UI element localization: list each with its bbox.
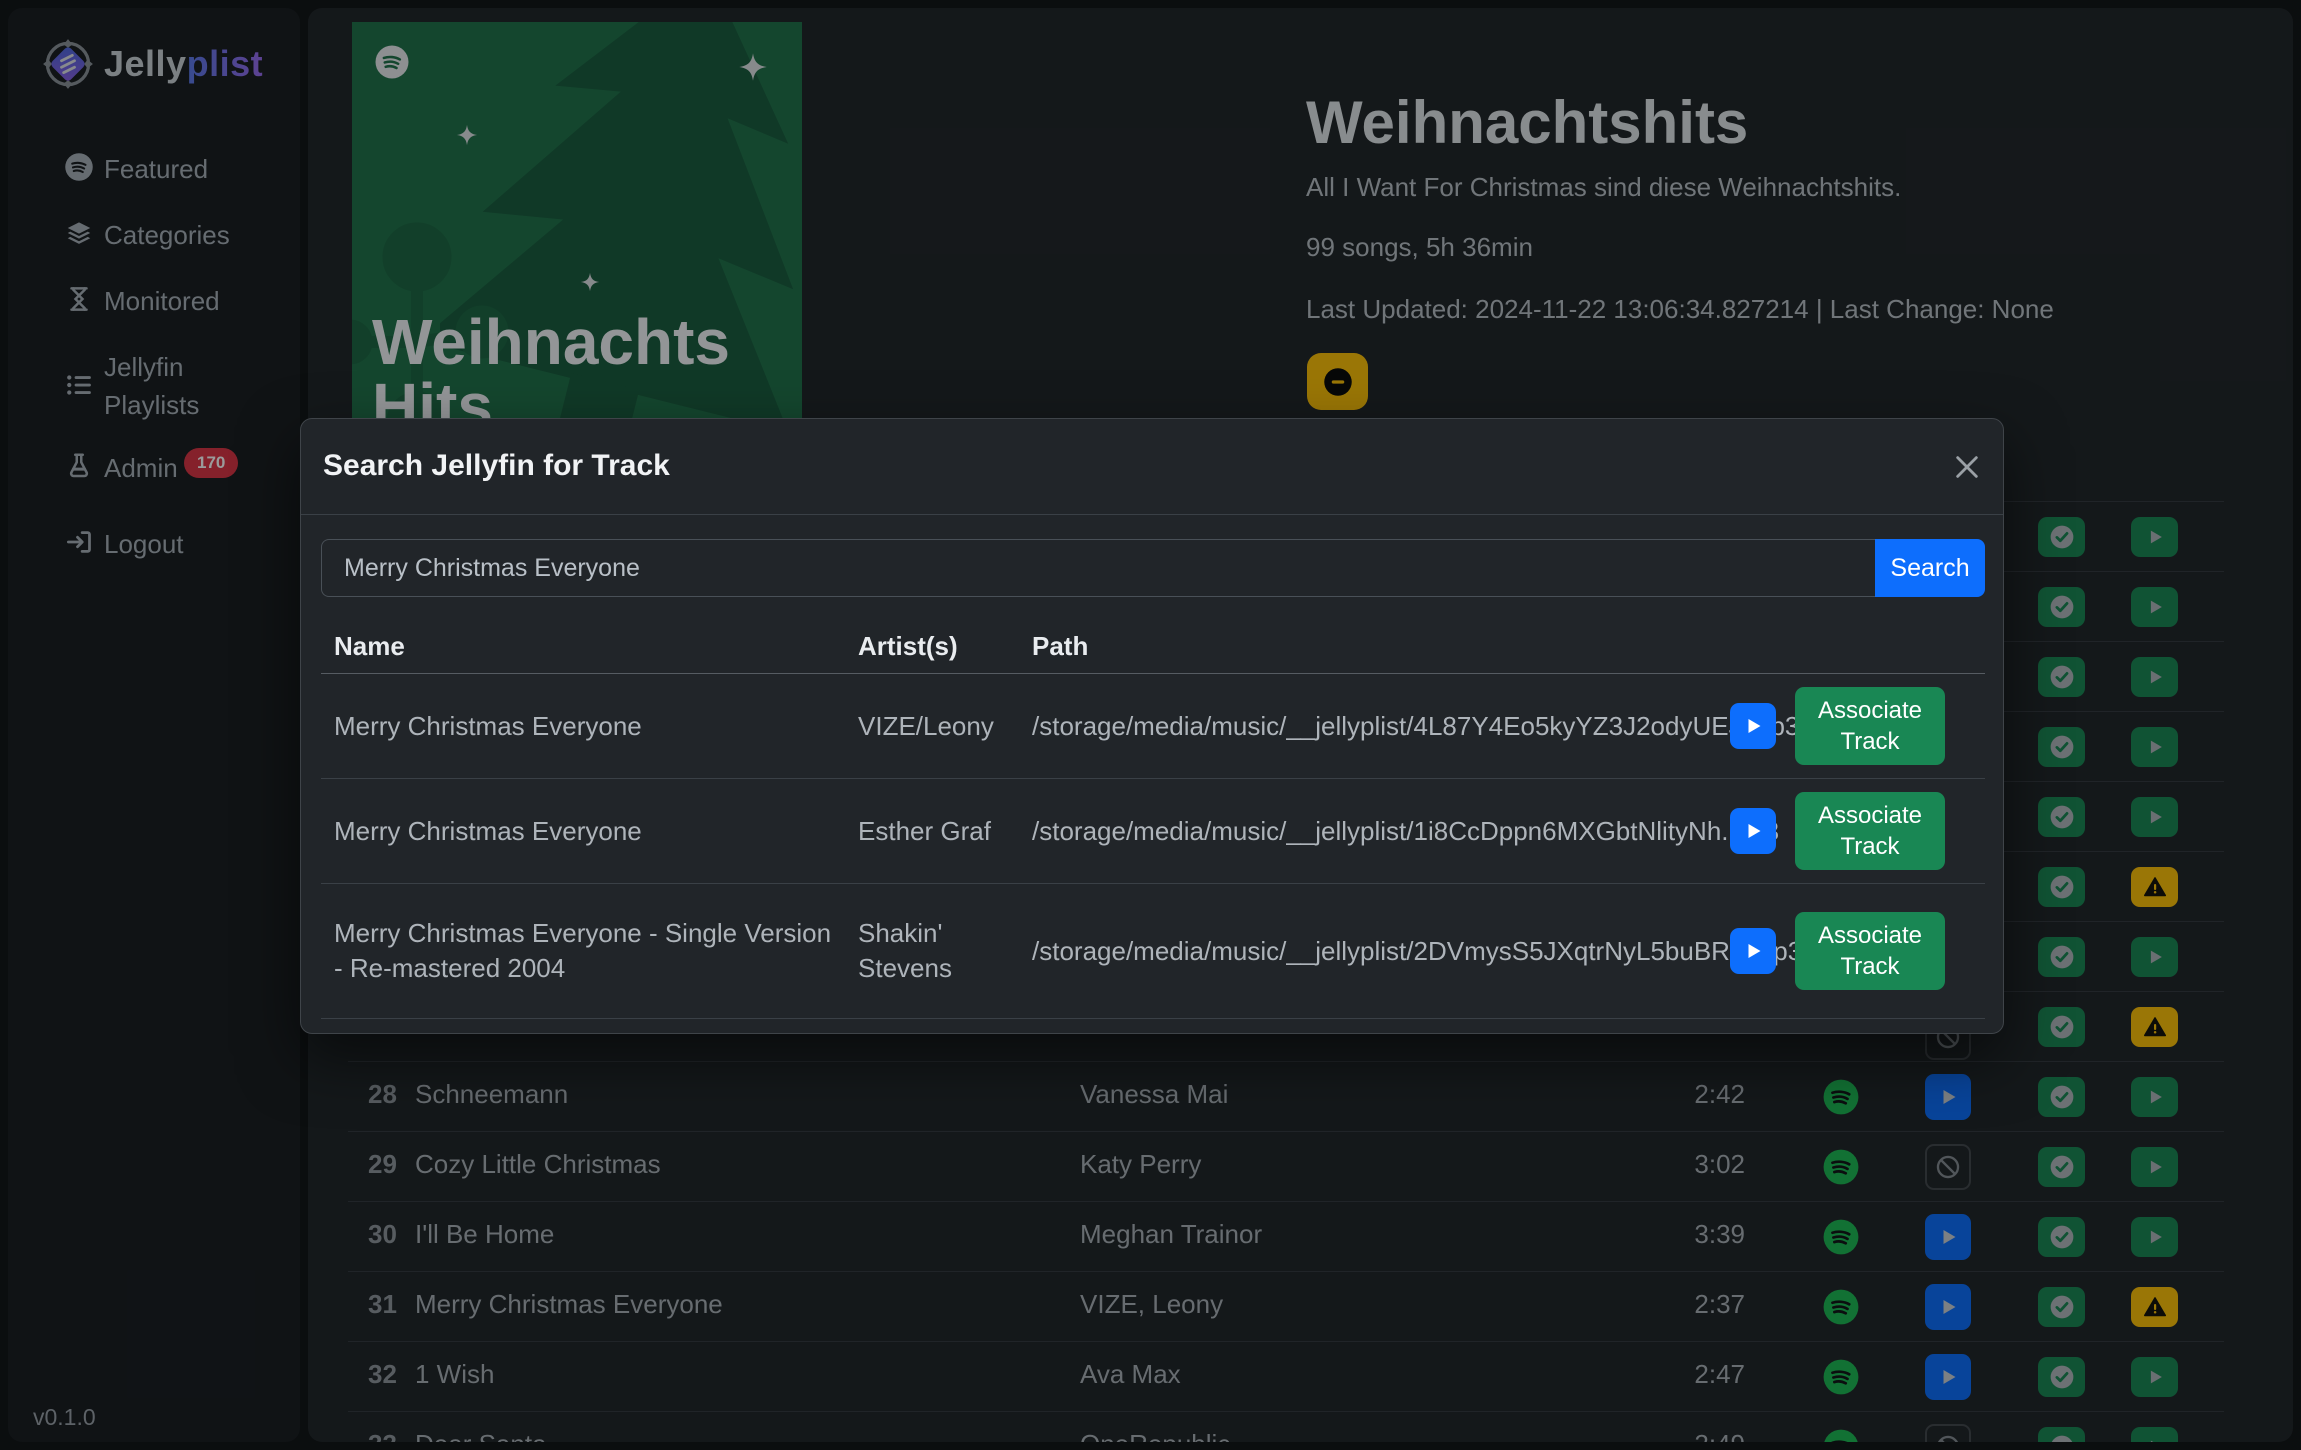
search-input[interactable] (321, 539, 1875, 597)
result-path: /storage/media/music/__jellyplist/2DVmys… (1032, 934, 1722, 969)
associate-track-button[interactable]: Associate Track (1795, 912, 1945, 990)
result-artists: VIZE/Leony (858, 709, 1008, 744)
preview-play-button[interactable] (1730, 808, 1776, 854)
search-result-row: Merry Christmas Everyone VIZE/Leony /sto… (321, 674, 1985, 779)
preview-play-button[interactable] (1730, 703, 1776, 749)
search-results-table: Name Artist(s) Path Merry Christmas Ever… (321, 621, 1985, 1019)
search-result-row: Merry Christmas Everyone Esther Graf /st… (321, 779, 1985, 884)
result-name: Merry Christmas Everyone (334, 814, 834, 849)
modal-header: Search Jellyfin for Track (301, 419, 2003, 515)
search-result-row: Merry Christmas Everyone - Single Versio… (321, 884, 1985, 1019)
column-header-name: Name (334, 631, 405, 662)
search-group: Search (321, 539, 1985, 597)
result-artists: Shakin' Stevens (858, 916, 1008, 986)
search-jellyfin-modal: Search Jellyfin for Track Search Name Ar… (300, 418, 2004, 1034)
play-icon (1741, 939, 1765, 963)
table-header: Name Artist(s) Path (321, 621, 1985, 674)
preview-play-button[interactable] (1730, 928, 1776, 974)
play-icon (1741, 714, 1765, 738)
column-header-path: Path (1032, 631, 1088, 662)
search-button[interactable]: Search (1875, 539, 1985, 597)
play-icon (1741, 819, 1765, 843)
result-name: Merry Christmas Everyone - Single Versio… (334, 916, 834, 986)
result-path: /storage/media/music/__jellyplist/1i8CcD… (1032, 814, 1722, 849)
close-icon[interactable] (1953, 453, 1981, 481)
result-path: /storage/media/music/__jellyplist/4L87Y4… (1032, 709, 1722, 744)
modal-title: Search Jellyfin for Track (323, 449, 670, 483)
result-artists: Esther Graf (858, 814, 1008, 849)
result-name: Merry Christmas Everyone (334, 709, 834, 744)
column-header-artists: Artist(s) (858, 631, 958, 662)
associate-track-button[interactable]: Associate Track (1795, 792, 1945, 870)
associate-track-button[interactable]: Associate Track (1795, 687, 1945, 765)
